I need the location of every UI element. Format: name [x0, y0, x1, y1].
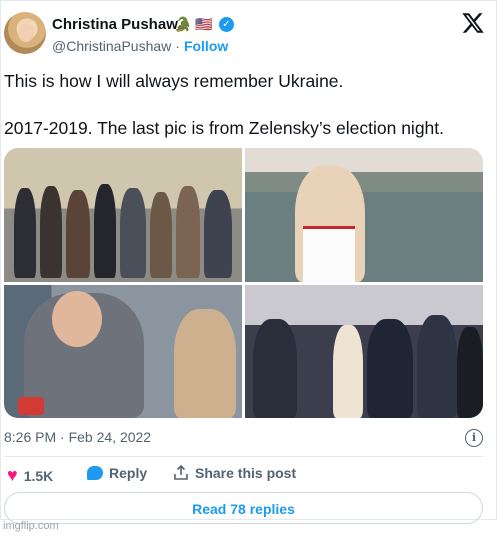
tweet-text-line-1: This is how I will always remember Ukrai…	[4, 71, 344, 91]
author-handle[interactable]: @ChristinaPushaw	[52, 38, 171, 54]
verified-badge-icon: ✓	[219, 17, 234, 32]
divider	[4, 456, 483, 457]
tweet-timestamp[interactable]: 8:26 PM · Feb 24, 2022	[4, 429, 151, 445]
share-button[interactable]: Share this post	[173, 465, 296, 481]
like-count: 1.5K	[23, 467, 54, 484]
share-label: Share this post	[195, 465, 297, 481]
heart-icon: ♥	[7, 465, 18, 485]
tweet-text-line-2: 2017-2019. The last pic is from Zelensky…	[4, 118, 445, 138]
like-button[interactable]: ♥ 1.5K	[7, 465, 53, 486]
tweet-card: Christina Pushaw 🐊 🇺🇸 ✓ @ChristinaPushaw…	[0, 0, 497, 524]
read-replies-button[interactable]: Read 78 replies	[4, 492, 483, 524]
author-handle-row: @ChristinaPushaw · Follow	[52, 38, 228, 54]
watermark: imgflip.com	[3, 520, 59, 532]
author-name[interactable]: Christina Pushaw	[52, 16, 178, 33]
separator-dot: ·	[175, 38, 180, 54]
reply-bubble-icon	[87, 466, 103, 480]
x-logo-icon[interactable]	[461, 11, 485, 35]
photo-election-night[interactable]	[245, 285, 483, 418]
photo-grid	[4, 148, 483, 418]
reply-button[interactable]: Reply	[87, 465, 147, 481]
reply-label: Reply	[109, 465, 148, 481]
info-icon[interactable]: i	[465, 429, 483, 447]
author-avatar[interactable]	[4, 12, 46, 54]
photo-group-outdoors[interactable]	[4, 148, 242, 282]
photo-woman-by-water[interactable]	[245, 148, 483, 282]
share-icon	[174, 465, 188, 480]
follow-button[interactable]: Follow	[184, 38, 228, 54]
author-flag-emojis: 🐊 🇺🇸	[174, 16, 213, 32]
photo-press-interview[interactable]	[4, 285, 242, 418]
